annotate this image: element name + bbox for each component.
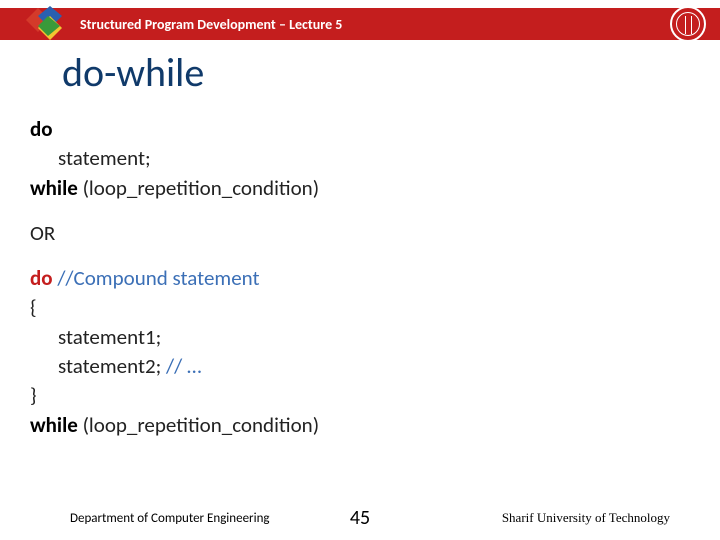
footer: Department of Computer Engineering 45 Sh… [0, 510, 720, 526]
brace-close: } [30, 382, 37, 408]
header-title: Structured Program Development – Lecture… [80, 16, 342, 33]
keyword-do-red: do [30, 265, 57, 291]
keyword-do: do [30, 116, 53, 142]
course-logo-icon [20, 2, 70, 44]
or-separator: OR [30, 220, 55, 246]
keyword-while: while [30, 412, 83, 438]
keyword-while: while [30, 175, 83, 201]
code-condition: (loop_repetition_condition) [83, 412, 320, 438]
code-condition: (loop_repetition_condition) [83, 175, 320, 201]
code-line: statement2; [58, 353, 166, 379]
footer-department: Department of Computer Engineering [70, 511, 270, 526]
code-line: statement1; [58, 324, 161, 350]
slide-content: do statement; while (loop_repetition_con… [30, 116, 690, 441]
code-comment: //Compound statement [57, 265, 259, 291]
university-seal-icon [670, 6, 706, 42]
page-number: 45 [350, 506, 370, 530]
footer-university: Sharif University of Technology [502, 510, 670, 526]
slide: Structured Program Development – Lecture… [0, 0, 720, 540]
code-comment: // … [166, 353, 201, 379]
header-bar: Structured Program Development – Lecture… [0, 8, 720, 40]
slide-title: do-while [62, 48, 204, 97]
brace-open: { [30, 294, 37, 320]
code-line: statement; [58, 145, 151, 171]
